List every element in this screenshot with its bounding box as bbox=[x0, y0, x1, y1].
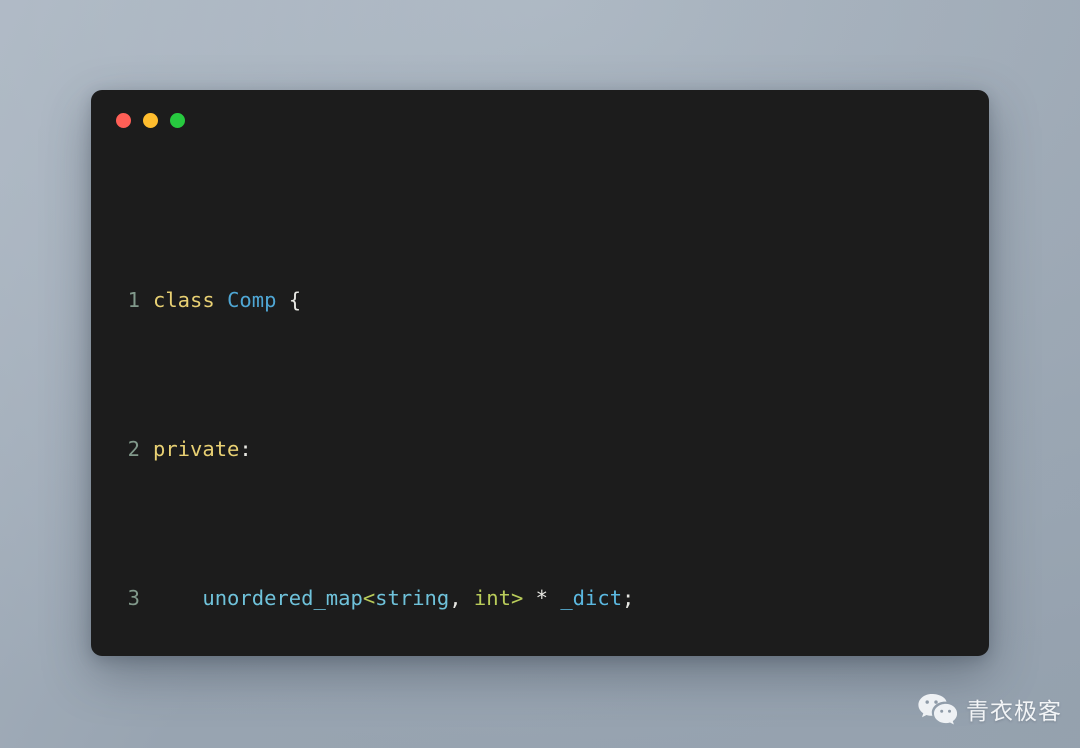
watermark: 青衣极客 bbox=[917, 692, 1062, 726]
window-titlebar bbox=[91, 90, 989, 150]
line-content[interactable]: unordered_map<string, int> * _dict; bbox=[153, 584, 989, 614]
line-content[interactable]: class Comp { bbox=[153, 286, 989, 316]
watermark-text: 青衣极客 bbox=[966, 699, 1062, 725]
code-editor[interactable]: 1 class Comp { 2 private: 3 unordered_ma… bbox=[91, 150, 989, 656]
code-line: 2 private: bbox=[91, 435, 989, 465]
close-button[interactable] bbox=[116, 112, 131, 128]
page-background: 1 class Comp { 2 private: 3 unordered_ma… bbox=[0, 0, 1080, 748]
maximize-button[interactable] bbox=[170, 112, 185, 128]
line-content[interactable]: private: bbox=[153, 435, 989, 465]
minimize-button[interactable] bbox=[143, 112, 158, 128]
line-number: 2 bbox=[127, 437, 140, 462]
line-number: 1 bbox=[127, 288, 140, 313]
code-line: 1 class Comp { bbox=[91, 286, 989, 316]
code-line: 3 unordered_map<string, int> * _dict; bbox=[91, 584, 989, 614]
wechat-icon bbox=[918, 694, 957, 725]
traffic-light-buttons bbox=[116, 112, 185, 128]
code-window: 1 class Comp { 2 private: 3 unordered_ma… bbox=[91, 90, 989, 656]
line-number: 3 bbox=[127, 586, 140, 611]
